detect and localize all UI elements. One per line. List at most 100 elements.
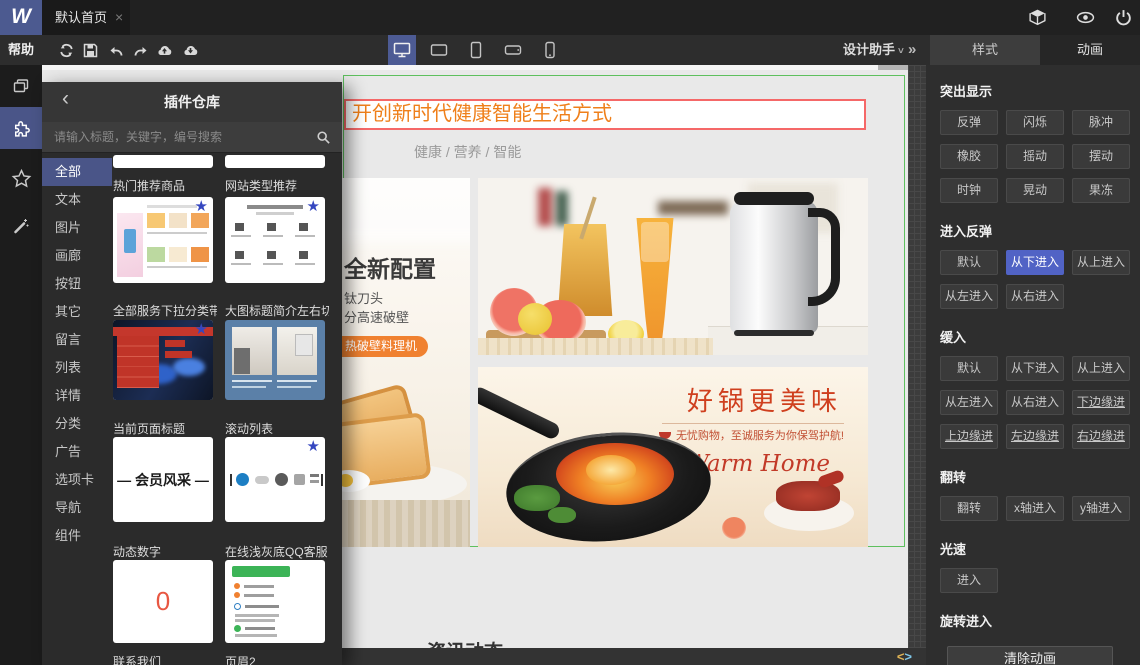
cloud-download-icon[interactable] [182,42,199,59]
anim-button[interactable]: 从右进入 [1006,390,1064,415]
app-logo[interactable]: W [0,0,42,35]
category-item-11[interactable]: 选项卡 [42,466,112,494]
anim-button[interactable]: 晃动 [1006,178,1064,203]
anim-button[interactable]: 摇动 [1006,144,1064,169]
star-badge-icon[interactable]: ★ [195,199,208,214]
device-tablet-portrait[interactable] [462,35,490,65]
plugin-card-big-image-slider[interactable] [225,320,325,400]
page-tab[interactable]: 默认首页 × [42,0,130,35]
device-phone-portrait[interactable] [536,35,564,65]
plugin-card-partial[interactable] [225,155,325,168]
category-item-7[interactable]: 列表 [42,354,112,382]
thumb-shape [321,474,323,486]
thumb-shape [234,625,241,632]
refresh-icon[interactable] [58,42,75,59]
anim-button[interactable]: 时钟 [940,178,998,203]
category-item-1[interactable]: 文本 [42,186,112,214]
device-desktop[interactable] [388,35,416,65]
tab-style[interactable]: 样式 [930,35,1040,65]
canvas-page-title[interactable]: 开创新时代健康智能生活方式 [344,99,866,130]
search-icon[interactable] [304,122,342,152]
help-button[interactable]: 帮助 [8,35,34,65]
anim-button[interactable]: 从下进入 [1006,356,1064,381]
category-item-13[interactable]: 组件 [42,522,112,550]
shape [13,79,29,93]
thumb-shape [191,247,209,262]
anim-button[interactable]: 橡胶 [940,144,998,169]
plugin-card-page-title[interactable]: — 会员风采 — [113,437,213,522]
anim-button[interactable]: 默认 [940,356,998,381]
collapse-panel-button[interactable]: » [908,35,916,64]
category-item-8[interactable]: 详情 [42,382,112,410]
tab-animation[interactable]: 动画 [1040,35,1140,65]
plugin-card-label: 当前页面标题 [113,422,186,436]
anim-button[interactable]: y轴进入 [1072,496,1130,521]
anim-button[interactable]: 默认 [940,250,998,275]
plugin-card-partial[interactable] [113,155,213,168]
anim-button[interactable]: 果冻 [1072,178,1130,203]
category-item-5[interactable]: 其它 [42,298,112,326]
device-phone-landscape[interactable] [499,35,527,65]
anim-button[interactable]: 上边缘进 [940,424,998,449]
anim-button[interactable]: 下边缘进 [1072,390,1130,415]
anim-button[interactable]: 从右进入 [1006,284,1064,309]
sidebar-item-plugins[interactable] [0,107,42,149]
anim-button[interactable]: 反弹 [940,110,998,135]
plugin-card-qq-service[interactable] [225,560,325,643]
anim-button[interactable]: 从上进入 [1072,356,1130,381]
star-badge-icon[interactable]: ★ [307,439,320,454]
plugin-card-scrolling-list[interactable]: ★ [225,437,325,522]
category-item-3[interactable]: 画廊 [42,242,112,270]
canvas-image-wok[interactable]: 好锅更美味 无忧购物，至诚服务为你保驾护航! Warm Home [478,367,868,547]
cloud-upload-icon[interactable] [156,42,173,59]
category-item-9[interactable]: 分类 [42,410,112,438]
sidebar-item-pages[interactable] [0,65,42,107]
plugin-card-site-types[interactable]: ★ [225,197,325,283]
category-item-2[interactable]: 图片 [42,214,112,242]
save-icon[interactable] [82,42,99,59]
preview-eye-icon[interactable] [1076,8,1095,27]
category-item-12[interactable]: 导航 [42,494,112,522]
anim-button[interactable]: 从上进入 [1072,250,1130,275]
code-view-icon[interactable]: > [904,649,912,664]
tab-close-icon[interactable]: × [115,9,123,25]
plugin-card-hot-products[interactable]: ★ [113,197,213,283]
thumb-shape [247,205,303,209]
anim-button[interactable]: 从左进入 [940,284,998,309]
device-tablet-landscape[interactable] [425,35,453,65]
star-badge-icon[interactable]: ★ [307,199,320,214]
star-badge-icon[interactable]: ★ [195,322,208,337]
plugin-card-dropdown-nav[interactable]: ★ [113,320,213,400]
sidebar-item-favorites[interactable] [0,157,42,199]
category-item-0[interactable]: 全部 [42,158,112,186]
anim-button[interactable]: 脉冲 [1072,110,1130,135]
anim-button[interactable]: 摆动 [1072,144,1130,169]
anim-button[interactable]: 从左进入 [940,390,998,415]
canvas-banner-blender[interactable]: 全新配置 钛刀头 分高速破壁 热破壁料理机 [342,178,470,547]
package-icon[interactable] [1028,8,1047,27]
canvas-image-kettle[interactable] [478,178,868,355]
anim-button[interactable]: 翻转 [940,496,998,521]
sidebar-item-wand[interactable] [0,205,42,247]
anim-button[interactable]: 从下进入 [1006,250,1064,275]
undo-icon[interactable] [108,42,125,59]
canvas-page-subtitle[interactable]: 健康 / 营养 / 智能 [414,142,521,162]
anim-button[interactable]: 右边缘进 [1072,424,1130,449]
category-item-4[interactable]: 按钮 [42,270,112,298]
banner-pill-button[interactable]: 热破壁料理机 [342,336,429,357]
design-assistant-button[interactable]: 设计助手 ˅ [843,35,904,67]
canvas-news-heading[interactable]: 资讯动态 [427,637,503,648]
plugin-card-dynamic-number[interactable]: 0 [113,560,213,643]
anim-button[interactable]: 左边缘进 [1006,424,1064,449]
category-item-10[interactable]: 广告 [42,438,112,466]
anim-button[interactable]: 闪烁 [1006,110,1064,135]
anim-button[interactable]: x轴进入 [1006,496,1064,521]
back-chevron-icon[interactable]: ‹ [62,87,69,111]
clear-animation-button[interactable]: 清除动画 [947,646,1113,665]
redo-icon[interactable] [132,42,149,59]
canvas-vertical-scrollbar[interactable] [908,65,926,648]
category-item-6[interactable]: 留言 [42,326,112,354]
power-icon[interactable] [1114,8,1133,27]
anim-button[interactable]: 进入 [940,568,998,593]
plugin-search-input[interactable] [42,122,302,152]
